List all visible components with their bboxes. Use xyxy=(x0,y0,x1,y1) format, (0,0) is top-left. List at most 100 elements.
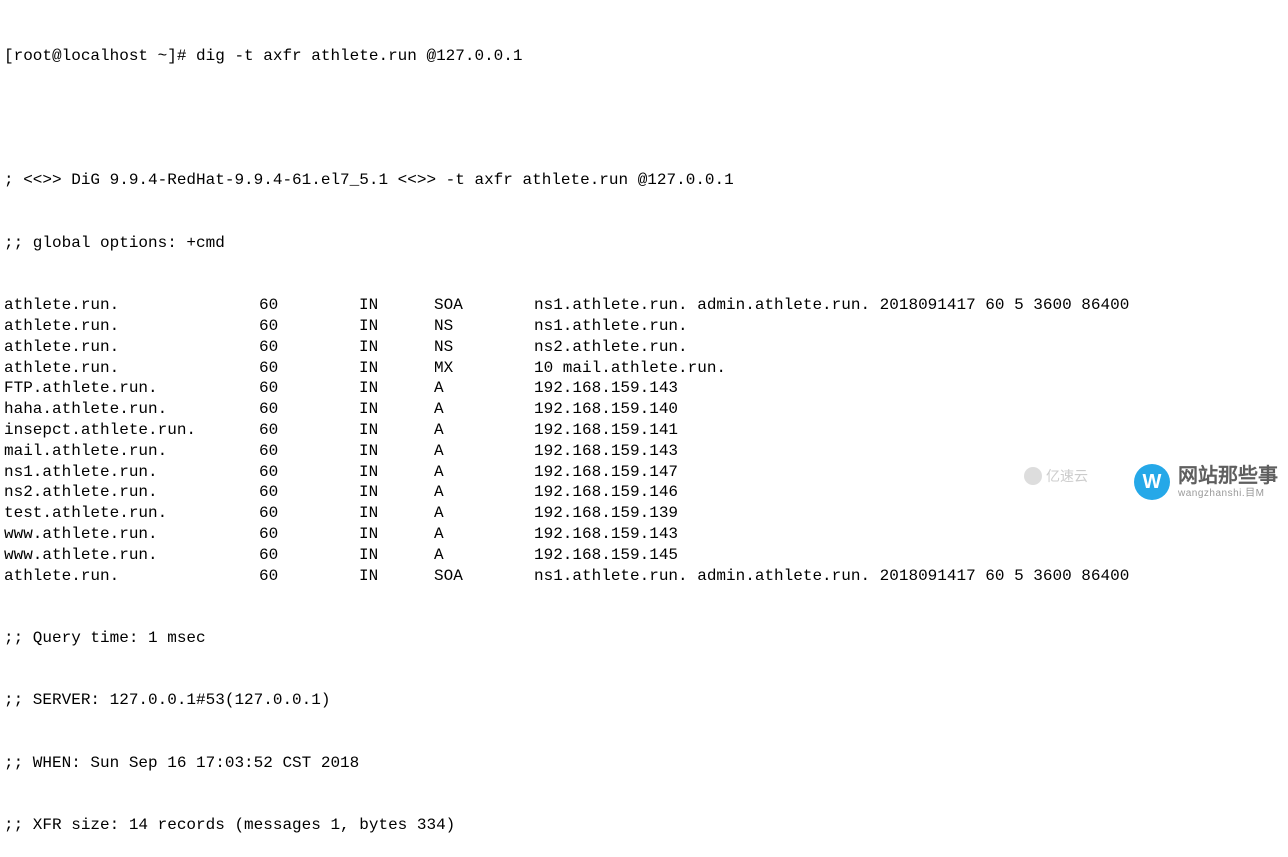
record-data: 10 mail.athlete.run. xyxy=(534,358,1284,379)
record-type: A xyxy=(434,420,534,441)
xfr-size-line: ;; XFR size: 14 records (messages 1, byt… xyxy=(4,815,1284,836)
record-class: IN xyxy=(359,337,434,358)
record-type: A xyxy=(434,378,534,399)
record-class: IN xyxy=(359,441,434,462)
record-ttl: 60 xyxy=(259,295,359,316)
record-type: A xyxy=(434,441,534,462)
dns-record-row: athlete.run.60INSOAns1.athlete.run. admi… xyxy=(4,295,1284,316)
record-ttl: 60 xyxy=(259,545,359,566)
record-data: 192.168.159.143 xyxy=(534,524,1284,545)
when-line: ;; WHEN: Sun Sep 16 17:03:52 CST 2018 xyxy=(4,753,1284,774)
record-data: ns1.athlete.run. admin.athlete.run. 2018… xyxy=(534,566,1284,587)
record-name: athlete.run. xyxy=(4,566,259,587)
blank-line xyxy=(4,108,1284,129)
record-ttl: 60 xyxy=(259,399,359,420)
record-name: athlete.run. xyxy=(4,316,259,337)
watermark-wangzhan: W 网站那些事 wangzhanshi.目M xyxy=(1134,464,1278,500)
record-name: FTP.athlete.run. xyxy=(4,378,259,399)
record-ttl: 60 xyxy=(259,566,359,587)
watermark-yisuyun-text: 亿速云 xyxy=(1046,467,1088,485)
watermark-circle-icon xyxy=(1024,467,1042,485)
record-class: IN xyxy=(359,566,434,587)
record-name: www.athlete.run. xyxy=(4,524,259,545)
record-name: ns1.athlete.run. xyxy=(4,462,259,483)
record-ttl: 60 xyxy=(259,482,359,503)
record-type: A xyxy=(434,482,534,503)
dns-record-row: insepct.athlete.run.60INA192.168.159.141 xyxy=(4,420,1284,441)
record-name: athlete.run. xyxy=(4,337,259,358)
dns-record-row: www.athlete.run.60INA192.168.159.143 xyxy=(4,524,1284,545)
record-data: 192.168.159.143 xyxy=(534,378,1284,399)
record-data: ns1.athlete.run. xyxy=(534,316,1284,337)
dns-record-row: haha.athlete.run.60INA192.168.159.140 xyxy=(4,399,1284,420)
record-data: 192.168.159.139 xyxy=(534,503,1284,524)
dns-record-row: athlete.run.60INMX10 mail.athlete.run. xyxy=(4,358,1284,379)
record-name: mail.athlete.run. xyxy=(4,441,259,462)
dns-record-row: mail.athlete.run.60INA192.168.159.143 xyxy=(4,441,1284,462)
record-type: SOA xyxy=(434,295,534,316)
record-type: MX xyxy=(434,358,534,379)
record-ttl: 60 xyxy=(259,358,359,379)
record-type: SOA xyxy=(434,566,534,587)
watermark-w-icon: W xyxy=(1134,464,1170,500)
record-class: IN xyxy=(359,378,434,399)
record-name: haha.athlete.run. xyxy=(4,399,259,420)
record-class: IN xyxy=(359,524,434,545)
record-data: ns1.athlete.run. admin.athlete.run. 2018… xyxy=(534,295,1284,316)
dns-record-row: ns1.athlete.run.60INA192.168.159.147 xyxy=(4,462,1284,483)
dns-records-list: athlete.run.60INSOAns1.athlete.run. admi… xyxy=(4,295,1284,586)
global-options-line: ;; global options: +cmd xyxy=(4,233,1284,254)
dns-record-row: test.athlete.run.60INA192.168.159.139 xyxy=(4,503,1284,524)
dns-record-row: athlete.run.60INNSns1.athlete.run. xyxy=(4,316,1284,337)
server-line: ;; SERVER: 127.0.0.1#53(127.0.0.1) xyxy=(4,690,1284,711)
record-data: ns2.athlete.run. xyxy=(534,337,1284,358)
watermark-main-text: 网站那些事 xyxy=(1178,465,1278,487)
record-name: ns2.athlete.run. xyxy=(4,482,259,503)
record-ttl: 60 xyxy=(259,420,359,441)
record-class: IN xyxy=(359,503,434,524)
record-type: A xyxy=(434,545,534,566)
record-type: NS xyxy=(434,316,534,337)
record-class: IN xyxy=(359,358,434,379)
dns-record-row: athlete.run.60INNSns2.athlete.run. xyxy=(4,337,1284,358)
dns-record-row: FTP.athlete.run.60INA192.168.159.143 xyxy=(4,378,1284,399)
record-class: IN xyxy=(359,420,434,441)
record-data: 192.168.159.145 xyxy=(534,545,1284,566)
record-ttl: 60 xyxy=(259,503,359,524)
record-ttl: 60 xyxy=(259,462,359,483)
record-type: A xyxy=(434,503,534,524)
record-class: IN xyxy=(359,482,434,503)
record-data: 192.168.159.143 xyxy=(534,441,1284,462)
record-data: 192.168.159.140 xyxy=(534,399,1284,420)
record-name: www.athlete.run. xyxy=(4,545,259,566)
dns-record-row: athlete.run.60INSOAns1.athlete.run. admi… xyxy=(4,566,1284,587)
record-class: IN xyxy=(359,399,434,420)
record-type: NS xyxy=(434,337,534,358)
record-class: IN xyxy=(359,295,434,316)
dns-record-row: www.athlete.run.60INA192.168.159.145 xyxy=(4,545,1284,566)
record-ttl: 60 xyxy=(259,316,359,337)
query-time-line: ;; Query time: 1 msec xyxy=(4,628,1284,649)
watermark-yisuyun: 亿速云 xyxy=(1024,467,1088,485)
watermark-text-block: 网站那些事 wangzhanshi.目M xyxy=(1178,465,1278,500)
record-class: IN xyxy=(359,545,434,566)
record-data: 192.168.159.141 xyxy=(534,420,1284,441)
record-type: A xyxy=(434,524,534,545)
record-class: IN xyxy=(359,316,434,337)
record-ttl: 60 xyxy=(259,441,359,462)
record-name: insepct.athlete.run. xyxy=(4,420,259,441)
dns-record-row: ns2.athlete.run.60INA192.168.159.146 xyxy=(4,482,1284,503)
record-name: athlete.run. xyxy=(4,295,259,316)
record-ttl: 60 xyxy=(259,378,359,399)
record-ttl: 60 xyxy=(259,337,359,358)
record-ttl: 60 xyxy=(259,524,359,545)
dig-header-line: ; <<>> DiG 9.9.4-RedHat-9.9.4-61.el7_5.1… xyxy=(4,170,1284,191)
terminal-output: [root@localhost ~]# dig -t axfr athlete.… xyxy=(4,4,1284,857)
record-class: IN xyxy=(359,462,434,483)
record-type: A xyxy=(434,399,534,420)
record-name: athlete.run. xyxy=(4,358,259,379)
record-type: A xyxy=(434,462,534,483)
watermark-sub-text: wangzhanshi.目M xyxy=(1178,487,1278,500)
command-prompt-line: [root@localhost ~]# dig -t axfr athlete.… xyxy=(4,46,1284,67)
record-name: test.athlete.run. xyxy=(4,503,259,524)
